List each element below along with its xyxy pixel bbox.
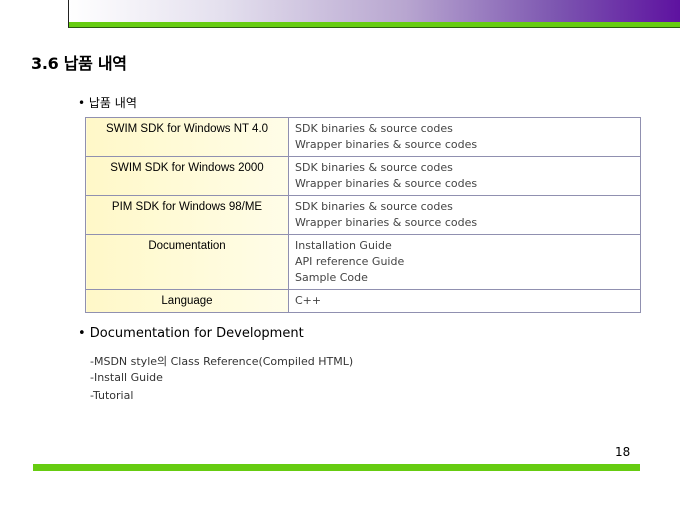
header-green-bar [68, 22, 680, 28]
details-cell: SDK binaries & source codes Wrapper binar… [288, 156, 641, 196]
detail-line: Wrapper binaries & source codes [295, 177, 478, 190]
bullet-documentation: • Documentation for Development [78, 326, 304, 341]
table-row: Documentation Installation Guide API refer… [85, 234, 641, 290]
table-row: SWIM SDK for Windows 2000 SDK binaries & … [85, 156, 641, 196]
detail-line: SDK binaries & source codes [295, 122, 453, 135]
detail-line: Installation Guide [295, 239, 392, 252]
details-cell: SDK binaries & source codes Wrapper binar… [288, 117, 641, 157]
details-cell: C++ [288, 289, 641, 313]
details-cell: SDK binaries & source codes Wrapper binar… [288, 195, 641, 235]
table-row: PIM SDK for Windows 98/ME SDK binaries & … [85, 195, 641, 235]
item-cell: Documentation [85, 234, 289, 290]
item-cell: SWIM SDK for Windows 2000 [85, 156, 289, 196]
sub-item: -Tutorial [90, 389, 134, 402]
header-gradient-band [68, 0, 680, 22]
detail-line: C++ [295, 294, 322, 307]
detail-line: API reference Guide [295, 255, 405, 268]
page-number: 18 [615, 445, 631, 459]
sub-item: -MSDN style의 Class Reference(Compiled HT… [90, 355, 354, 368]
item-cell: Language [85, 289, 289, 313]
bullet-deliverables: • 납품 내역 [78, 96, 137, 110]
detail-line: SDK binaries & source codes [295, 161, 453, 174]
deliverables-table: SWIM SDK for Windows NT 4.0 SDK binaries … [85, 117, 641, 313]
detail-line: Wrapper binaries & source codes [295, 138, 478, 151]
details-cell: Installation Guide API reference Guide Sam… [288, 234, 641, 290]
table-row: SWIM SDK for Windows NT 4.0 SDK binaries … [85, 117, 641, 157]
sub-item: -Install Guide [90, 371, 163, 384]
footer-green-bar [33, 464, 640, 471]
detail-line: Sample Code [295, 271, 368, 284]
detail-line: Wrapper binaries & source codes [295, 216, 478, 229]
item-cell: SWIM SDK for Windows NT 4.0 [85, 117, 289, 157]
slide-title: 3.6 납품 내역 [31, 54, 127, 73]
item-cell: PIM SDK for Windows 98/ME [85, 195, 289, 235]
detail-line: SDK binaries & source codes [295, 200, 453, 213]
table-row: Language C++ [85, 289, 641, 313]
